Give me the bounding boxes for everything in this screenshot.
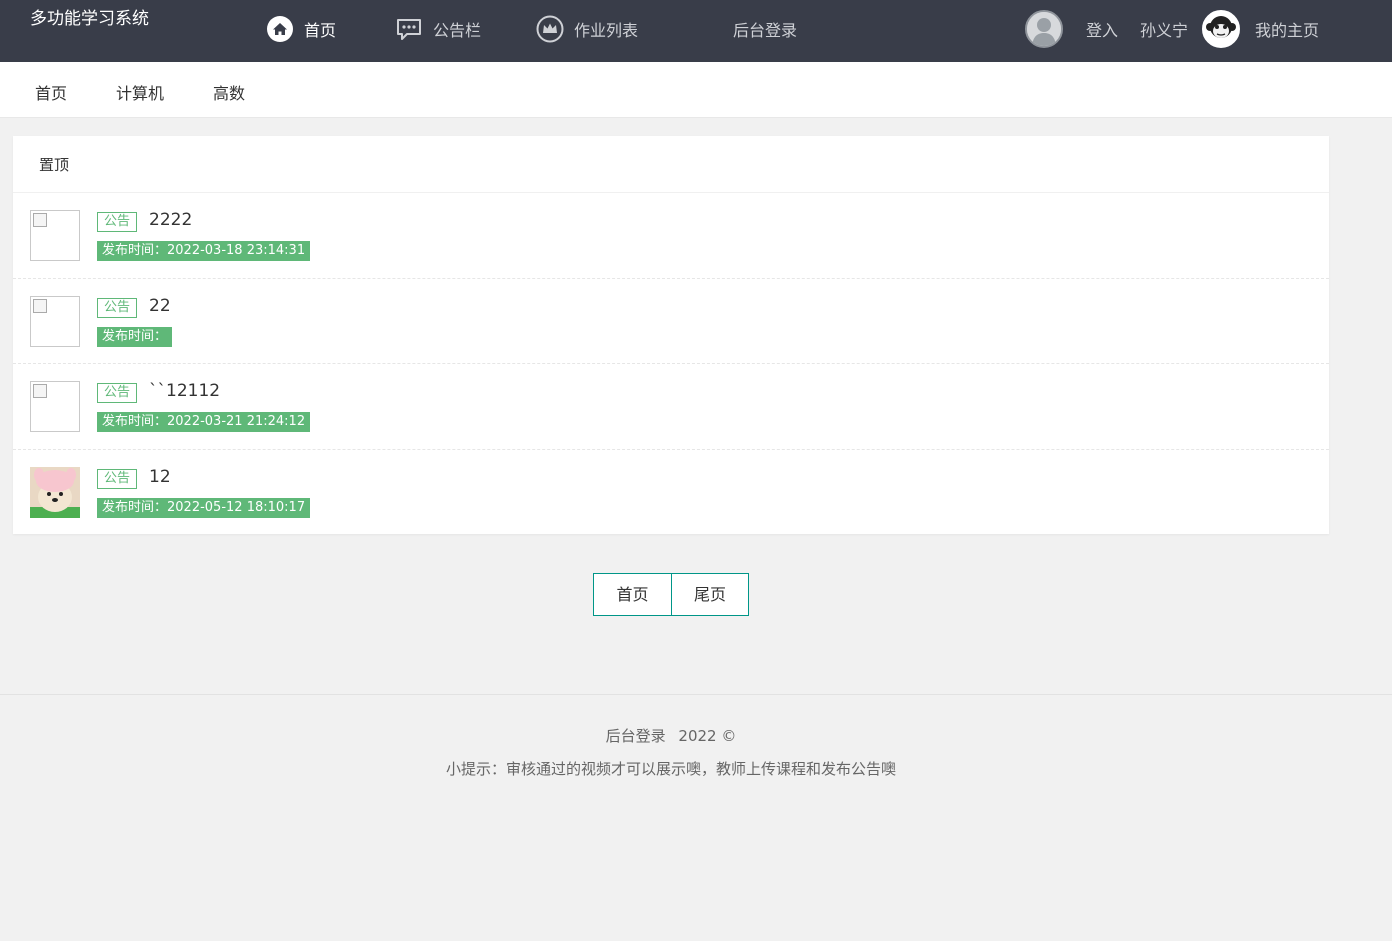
footer-admin-login-link[interactable]: 后台登录: [606, 727, 666, 745]
avatar: [1025, 10, 1063, 48]
subnav-item-math[interactable]: 高数: [213, 80, 245, 104]
nav-homework-list[interactable]: 作业列表: [536, 14, 638, 44]
nav-admin-login-label: 后台登录: [733, 21, 798, 40]
publish-time-badge: 发布时间：2022-05-12 18:10:17: [97, 497, 311, 518]
footer-divider: [0, 694, 1392, 695]
crown-icon: [536, 15, 564, 43]
user-avatar-monkey[interactable]: [1202, 8, 1240, 50]
nav-admin-login[interactable]: 后台登录: [733, 14, 797, 44]
footer-copyright: 2022 ©: [678, 727, 737, 745]
message-icon: [397, 19, 421, 40]
announcement-card: 置顶 公告 2222 发布时间：2022-03-18 23:14:31 公告 2…: [13, 136, 1329, 534]
time-value: 2022-03-18 23:14:31: [167, 243, 306, 258]
dog-thumbnail: [30, 466, 80, 518]
subnav-item-computer[interactable]: 计算机: [116, 80, 164, 104]
my-home-link[interactable]: 我的主页: [1255, 17, 1319, 41]
time-prefix: 发布时间：: [102, 328, 168, 344]
item-title[interactable]: 12: [149, 467, 171, 487]
dog-photo-icon[interactable]: [30, 466, 80, 518]
publish-time-badge: 发布时间：2022-03-21 21:24:12: [97, 412, 311, 432]
item-title[interactable]: 2222: [149, 210, 192, 230]
first-page-button[interactable]: 首页: [594, 574, 671, 615]
top-navbar: 多功能学习系统 首页 公告栏 作业列表 后台登录 登入 孙义宁 我的主页: [0, 0, 1392, 62]
footer-tip: 小提示：审核通过的视频才可以展示噢，教师上传课程和发布公告噢: [445, 760, 896, 778]
item-title[interactable]: ``12112: [149, 381, 220, 401]
nav-announcements-label: 公告栏: [433, 21, 482, 40]
nav-homework-label: 作业列表: [574, 21, 639, 40]
brand-title: 多功能学习系统: [30, 9, 149, 29]
announcement-tag: 公告: [97, 212, 138, 232]
list-item[interactable]: 公告 22 发布时间：: [13, 279, 1329, 364]
user-silhouette-icon: [1027, 12, 1061, 46]
announcement-tag: 公告: [97, 383, 138, 403]
publish-time-badge: 发布时间：: [97, 326, 173, 347]
list-item[interactable]: 公告 ``12112 发布时间：2022-03-21 21:24:12: [13, 364, 1329, 450]
monkey-avatar-icon: [1204, 12, 1238, 46]
avatar: [1202, 10, 1240, 48]
time-prefix: 发布时间：: [102, 243, 168, 258]
user-avatar-default[interactable]: [1025, 8, 1063, 50]
broken-image-icon[interactable]: [30, 295, 80, 347]
broken-image-icon[interactable]: [30, 381, 80, 432]
list-item[interactable]: 公告 2222 发布时间：2022-03-18 23:14:31: [13, 193, 1329, 279]
login-link[interactable]: 登入: [1086, 17, 1118, 41]
list-item[interactable]: 公告 12 发布时间：2022-05-12 18:10:17: [13, 450, 1329, 536]
category-subnav: 首页 计算机 高数: [0, 62, 1392, 118]
card-heading: 置顶: [13, 136, 1329, 193]
nav-announcements[interactable]: 公告栏: [395, 14, 481, 44]
announcement-tag: 公告: [97, 468, 138, 489]
time-value: 2022-05-12 18:10:17: [167, 499, 306, 515]
item-title[interactable]: 22: [149, 296, 171, 316]
publish-time-badge: 发布时间：2022-03-18 23:14:31: [97, 241, 311, 261]
announcement-tag: 公告: [97, 297, 138, 318]
subnav-item-home[interactable]: 首页: [35, 80, 67, 104]
footer-links: 后台登录 2022 ©: [0, 725, 1342, 746]
time-prefix: 发布时间：: [102, 499, 168, 515]
home-icon: [267, 16, 293, 42]
last-page-button[interactable]: 尾页: [671, 574, 748, 615]
time-value: 2022-03-21 21:24:12: [167, 414, 306, 429]
time-prefix: 发布时间：: [102, 414, 168, 429]
nav-home-label: 首页: [304, 21, 337, 40]
nav-home[interactable]: 首页: [266, 14, 336, 44]
username-link[interactable]: 孙义宁: [1140, 17, 1188, 41]
broken-image-icon[interactable]: [30, 210, 80, 261]
pagination: 首页 尾页: [593, 573, 749, 616]
